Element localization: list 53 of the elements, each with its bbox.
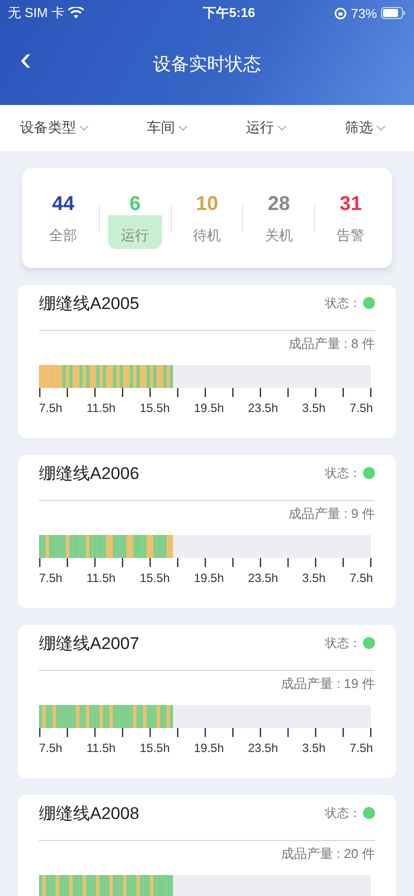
axis-label: 11.5h: [86, 401, 116, 415]
chevron-down-icon: [178, 125, 188, 131]
status-tab[interactable]: 31 告警: [324, 187, 378, 249]
battery-text: 73%: [350, 6, 377, 20]
filter-dropdown[interactable]: 车间: [145, 117, 190, 139]
axis-label: 23.5h: [248, 741, 278, 755]
page-title: 设备实时状态: [153, 52, 261, 76]
device-name: 绷缝线A2005: [39, 292, 140, 314]
axis-label: 7.5h: [350, 401, 373, 415]
wifi-icon: [68, 7, 84, 19]
axis-label: 23.5h: [248, 571, 278, 585]
back-button[interactable]: ‹: [14, 42, 38, 76]
status-tab[interactable]: 44 全部: [36, 187, 90, 249]
output-count: 成品产量 : 19 件: [280, 675, 375, 693]
axis-label: 3.5h: [302, 401, 326, 415]
status-tab[interactable]: 10 待机: [180, 187, 234, 249]
axis-label: 19.5h: [194, 741, 224, 755]
axis-label: 7.5h: [39, 741, 62, 755]
axis-label: 11.5h: [86, 571, 116, 585]
axis-label: 7.5h: [39, 571, 62, 585]
axis-label: 7.5h: [39, 401, 62, 415]
axis-label: 15.5h: [140, 741, 170, 755]
axis-label: 19.5h: [194, 401, 224, 415]
axis-label: 19.5h: [194, 571, 224, 585]
axis-label: 3.5h: [302, 571, 326, 585]
status-label: 状态：: [325, 804, 361, 822]
filter-dropdown[interactable]: 筛选: [343, 117, 388, 139]
time-text: 下午5:16: [202, 4, 256, 22]
device-name: 绷缝线A2006: [39, 462, 140, 484]
rotation-lock-icon: [334, 6, 347, 20]
status-label: 状态：: [325, 634, 361, 652]
filter-dropdown[interactable]: 设备类型: [18, 117, 91, 139]
status-label: 状态：: [325, 464, 361, 482]
axis-label: 7.5h: [350, 741, 373, 755]
status-label: 状态：: [325, 294, 361, 312]
output-count: 成品产量 : 9 件: [287, 505, 375, 523]
output-count: 成品产量 : 8 件: [287, 335, 375, 353]
device-name: 绷缝线A2007: [39, 632, 140, 654]
output-count: 成品产量 : 20 件: [280, 845, 375, 863]
axis-label: 15.5h: [140, 401, 170, 415]
axis-label: 11.5h: [86, 741, 116, 755]
axis-label: 15.5h: [140, 571, 170, 585]
chevron-down-icon: [277, 125, 287, 131]
filter-dropdown[interactable]: 运行: [244, 117, 289, 139]
status-tab[interactable]: 28 关机: [252, 187, 306, 249]
axis-label: 7.5h: [350, 571, 373, 585]
carrier-text: 无 SIM 卡: [8, 4, 64, 22]
battery-icon: [381, 7, 406, 19]
chevron-down-icon: [376, 125, 386, 131]
axis-label: 3.5h: [302, 741, 326, 755]
chevron-down-icon: [79, 125, 89, 131]
axis-label: 23.5h: [248, 401, 278, 415]
device-name: 绷缝线A2008: [39, 802, 140, 824]
